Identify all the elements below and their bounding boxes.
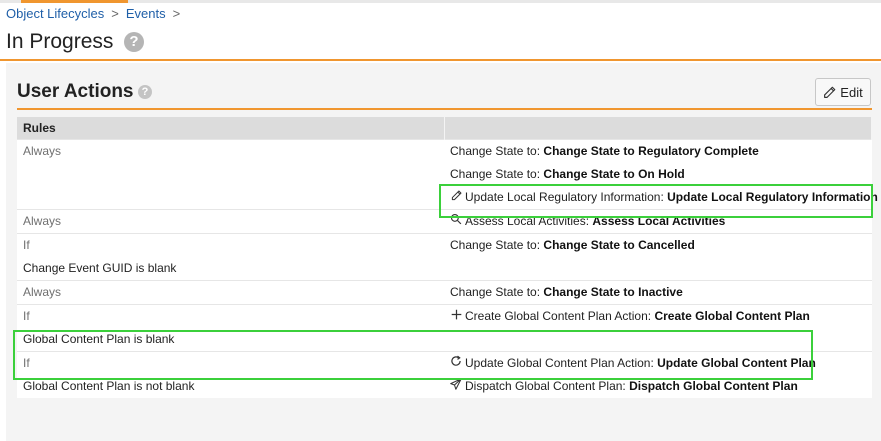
rule-actions: Change State to: Change State to Cancell… (444, 233, 872, 281)
rule-actions: Change State to: Change State to Regulat… (444, 139, 878, 210)
breadcrumb-events[interactable]: Events (126, 6, 166, 21)
rule-condition: If Global Content Plan is not blank (17, 351, 444, 398)
condition-keyword: If (23, 356, 30, 370)
action-prefix: Create Global Content Plan Action: (465, 309, 655, 323)
action-prefix: Change State to: (450, 238, 544, 252)
action-prefix: Assess Local Activities: (465, 214, 593, 228)
action-name: Change State to On Hold (543, 167, 685, 181)
action-name: Change State to Regulatory Complete (543, 144, 759, 158)
breadcrumb-separator: > (172, 6, 181, 21)
table-row: If Change Event GUID is blank Change Sta… (17, 233, 872, 281)
section-title: User Actions (17, 81, 134, 102)
condition-keyword: If (23, 309, 30, 323)
action-prefix: Update Local Regulatory Information: (465, 190, 668, 204)
action-name: Change State to Cancelled (543, 238, 695, 252)
action-item[interactable]: Create Global Content Plan Action: Creat… (444, 305, 872, 328)
condition-text: Always (23, 285, 62, 299)
help-icon[interactable]: ? (124, 32, 144, 52)
edit-button[interactable]: Edit (815, 78, 871, 106)
title-divider (0, 59, 881, 61)
table-header-row: Rules (17, 117, 872, 140)
section-help-icon[interactable]: ? (138, 85, 152, 99)
top-accent-bar (0, 0, 881, 3)
edit-button-label: Edit (840, 84, 863, 100)
action-item[interactable]: Change State to: Change State to Inactiv… (444, 281, 872, 304)
refresh-icon (450, 352, 462, 375)
active-tab-indicator (21, 0, 128, 3)
action-name: Update Local Regulatory Information (667, 190, 878, 204)
table-row: Always Change State to: Change State to … (17, 280, 872, 305)
rule-actions: Update Global Content Plan Action: Updat… (444, 351, 872, 398)
condition-text: Always (23, 144, 62, 158)
action-item[interactable]: Change State to: Change State to Regulat… (444, 140, 872, 163)
rule-condition: If Global Content Plan is blank (17, 304, 444, 352)
action-prefix: Change State to: (450, 285, 544, 299)
action-prefix: Change State to: (450, 144, 544, 158)
action-name: Change State to Inactive (543, 285, 683, 299)
condition-keyword: If (23, 238, 30, 252)
action-name: Create Global Content Plan (654, 309, 810, 323)
rule-actions: Change State to: Change State to Inactiv… (444, 280, 872, 305)
rule-condition: If Change Event GUID is blank (17, 233, 444, 281)
condition-text: Global Content Plan is blank (23, 332, 175, 346)
action-item[interactable]: Change State to: Change State to On Hold (444, 163, 872, 186)
plus-icon (450, 305, 462, 328)
table-row: Always Assess Local Activities: Assess L… (17, 209, 872, 234)
rule-actions: Create Global Content Plan Action: Creat… (444, 304, 872, 352)
column-header-rules: Rules (17, 117, 445, 140)
condition-text: Always (23, 214, 62, 228)
page-title: In Progress (6, 30, 114, 53)
action-prefix: Update Global Content Plan Action: (465, 356, 658, 370)
action-prefix: Change State to: (450, 167, 544, 181)
breadcrumb: Object Lifecycles > Events > (6, 6, 187, 22)
rule-condition: Always (17, 209, 444, 234)
rules-table: Rules Always Change State to: Change Sta… (17, 117, 878, 398)
pencil-icon (824, 86, 836, 98)
section-divider (17, 108, 872, 110)
action-name: Update Global Content Plan (657, 356, 816, 370)
send-icon (450, 375, 462, 398)
rule-condition: Always (17, 139, 444, 210)
column-header-actions (444, 117, 872, 140)
action-item[interactable]: Assess Local Activities: Assess Local Ac… (444, 210, 872, 233)
table-row: If Global Content Plan is blank Create G… (17, 304, 872, 352)
rule-actions: Assess Local Activities: Assess Local Ac… (444, 209, 872, 234)
magnify-icon (450, 210, 462, 233)
rule-condition: Always (17, 280, 444, 305)
condition-text: Change Event GUID is blank (23, 261, 177, 275)
action-item[interactable]: Update Local Regulatory Information: Upd… (444, 186, 878, 209)
table-row: Always Change State to: Change State to … (17, 139, 878, 210)
action-prefix: Dispatch Global Content Plan: (465, 379, 630, 393)
breadcrumb-object-lifecycles[interactable]: Object Lifecycles (6, 6, 104, 21)
table-row: If Global Content Plan is not blank Upda… (17, 351, 872, 398)
action-name: Assess Local Activities (592, 214, 726, 228)
condition-text: Global Content Plan is not blank (23, 379, 195, 393)
action-item[interactable]: Dispatch Global Content Plan: Dispatch G… (444, 375, 872, 398)
action-name: Dispatch Global Content Plan (629, 379, 798, 393)
action-item[interactable]: Change State to: Change State to Cancell… (444, 234, 872, 257)
breadcrumb-separator: > (111, 6, 119, 21)
pencil-icon (450, 186, 462, 209)
action-item[interactable]: Update Global Content Plan Action: Updat… (444, 352, 872, 375)
